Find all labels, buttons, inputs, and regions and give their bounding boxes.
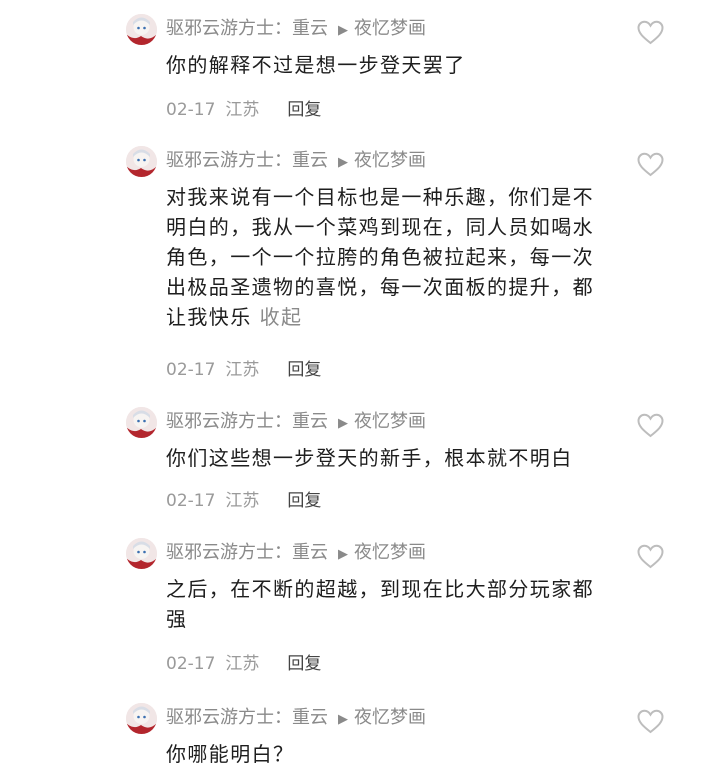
comment-header: 驱邪云游方士：重云 ▶ 夜忆梦画 [166,540,426,568]
reply-target-name[interactable]: 夜忆梦画 [354,18,426,39]
reply-to-name[interactable]: 重云 [292,150,328,171]
comment-meta: 02-17 江苏 回复 [166,489,321,513]
comment-date: 02-17 [166,654,216,674]
avatar[interactable] [126,703,157,734]
avatar[interactable] [126,146,157,177]
comment-meta: 02-17 江苏 回复 [166,358,321,382]
avatar[interactable] [126,407,157,438]
reply-button[interactable]: 回复 [287,358,321,382]
avatar[interactable] [126,538,157,569]
username[interactable]: 驱邪云游方士： [166,411,292,432]
reply-arrow-icon: ▶ [338,155,348,170]
collapse-link[interactable]: 收起 [260,305,303,329]
reply-to-name[interactable]: 重云 [292,542,328,563]
comment-header: 驱邪云游方士：重云 ▶ 夜忆梦画 [166,705,426,733]
comment-date: 02-17 [166,360,216,380]
reply-target-name[interactable]: 夜忆梦画 [354,411,426,432]
comment-text: 之后，在不断的超越，到现在比大部分玩家都强 [166,577,594,631]
reply-to-name[interactable]: 重云 [292,411,328,432]
comment-text: 你的解释不过是想一步登天罢了 [166,53,466,77]
comment-header: 驱邪云游方士：重云 ▶ 夜忆梦画 [166,16,426,44]
username[interactable]: 驱邪云游方士： [166,18,292,39]
reply-arrow-icon: ▶ [338,23,348,38]
comment-header: 驱邪云游方士：重云 ▶ 夜忆梦画 [166,409,426,437]
heart-outline-icon[interactable] [637,709,664,734]
heart-outline-icon[interactable] [637,544,664,569]
comment-meta: 02-17 江苏 回复 [166,98,321,122]
comment-header: 驱邪云游方士：重云 ▶ 夜忆梦画 [166,148,426,176]
username[interactable]: 驱邪云游方士： [166,542,292,563]
reply-target-name[interactable]: 夜忆梦画 [354,150,426,171]
reply-button[interactable]: 回复 [287,98,321,122]
reply-to-name[interactable]: 重云 [292,18,328,39]
comment-location: 江苏 [225,100,260,120]
reply-target-name[interactable]: 夜忆梦画 [354,542,426,563]
comment-meta: 02-17 江苏 回复 [166,652,321,676]
comment-text: 你哪能明白？ [166,742,295,766]
username[interactable]: 驱邪云游方士： [166,707,292,728]
reply-button[interactable]: 回复 [287,652,321,676]
heart-outline-icon[interactable] [637,20,664,45]
avatar[interactable] [126,14,157,45]
comment-location: 江苏 [225,360,260,380]
reply-to-name[interactable]: 重云 [292,707,328,728]
heart-outline-icon[interactable] [637,152,664,177]
comment-location: 江苏 [225,654,260,674]
comment-location: 江苏 [225,491,260,511]
comment-date: 02-17 [166,100,216,120]
reply-arrow-icon: ▶ [338,547,348,562]
heart-outline-icon[interactable] [637,413,664,438]
username[interactable]: 驱邪云游方士： [166,150,292,171]
reply-target-name[interactable]: 夜忆梦画 [354,707,426,728]
comment-date: 02-17 [166,491,216,511]
comment-text-body: 对我来说有一个目标也是一种乐趣，你们是不明白的，我从一个菜鸡到现在，同人员如喝水… [166,185,594,329]
reply-button[interactable]: 回复 [287,489,321,513]
comment-text: 你们这些想一步登天的新手，根本就不明白 [166,446,573,470]
reply-arrow-icon: ▶ [338,712,348,727]
comment-text: 对我来说有一个目标也是一种乐趣，你们是不明白的，我从一个菜鸡到现在，同人员如喝水… [166,182,596,332]
reply-arrow-icon: ▶ [338,416,348,431]
